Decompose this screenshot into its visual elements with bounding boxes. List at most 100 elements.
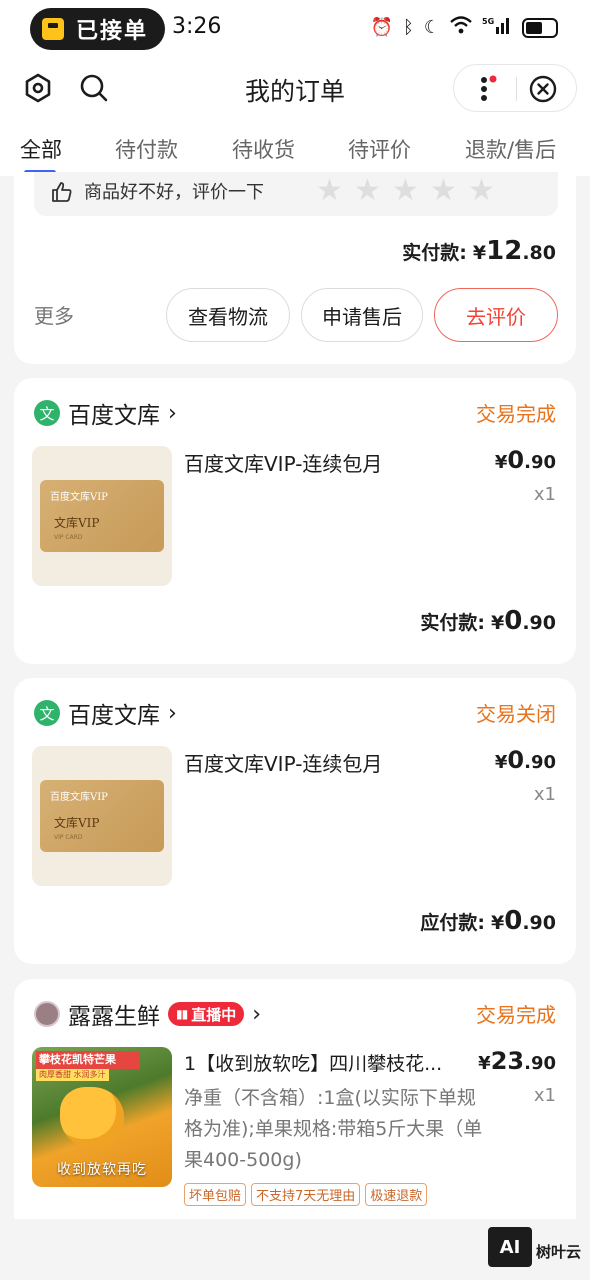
live-bars-icon: ▮▮: [176, 1007, 188, 1021]
rate-prompt-box[interactable]: 商品好不好，评价一下 ★ ★ ★ ★ ★: [34, 172, 558, 216]
amount-decimal: .80: [522, 242, 556, 264]
shop-header[interactable]: 露露生鲜 ▮▮ 直播中 ›: [34, 997, 261, 1031]
live-label: 直播中: [191, 1005, 237, 1024]
order-status: 交易完成: [476, 402, 556, 426]
top-nav-bar: 我的订单: [0, 58, 590, 120]
shop-name: 露露生鲜: [68, 1004, 160, 1030]
wifi-icon: [450, 16, 472, 40]
price-integer: 0: [507, 446, 525, 474]
moon-icon: ☾: [423, 17, 440, 38]
order-accepted-pill[interactable]: 已接单: [30, 8, 165, 50]
shop-logo-icon: 文: [34, 400, 60, 426]
star-icon[interactable]: ★: [392, 176, 422, 206]
price-decimal: .90: [524, 452, 556, 473]
star-icon[interactable]: ★: [430, 176, 460, 206]
capsule-divider: [516, 77, 517, 101]
vip-card-name: 文库VIP: [54, 816, 100, 830]
order-card[interactable]: 文 百度文库 › 交易关闭 百度文库VIP 文库VIP VIP CARD 百度文…: [14, 678, 576, 964]
payable-amount: 应付款: ¥0.90: [420, 906, 556, 936]
product-price: ¥0.90: [495, 746, 556, 774]
tab-refund-aftersale[interactable]: 退款/售后: [465, 134, 556, 164]
pay-label: 实付款:: [402, 242, 467, 264]
bluetooth-icon: ᛒ: [403, 17, 414, 38]
amount-decimal: .90: [522, 912, 556, 934]
pay-label: 应付款:: [420, 912, 485, 934]
ai-badge: AI: [488, 1227, 532, 1267]
currency-symbol: ¥: [494, 452, 508, 473]
clock: 3:26: [172, 14, 222, 39]
star-icon[interactable]: ★: [354, 176, 384, 206]
currency-symbol: ¥: [478, 1053, 491, 1074]
pill-label: 已接单: [76, 19, 149, 44]
bottom-area: AI 树叶云: [0, 1219, 590, 1280]
vip-card-name: 文库VIP: [54, 516, 100, 530]
chevron-right-icon: ›: [252, 1001, 262, 1027]
rate-prompt-text: 商品好不好，评价一下: [84, 182, 264, 203]
svg-text:5G: 5G: [482, 17, 494, 26]
shop-name: 百度文库: [68, 703, 160, 729]
order-status: 交易完成: [476, 1003, 556, 1027]
alarm-icon: ⏰: [370, 17, 394, 38]
signal-icon: 5G: [482, 15, 512, 41]
paid-amount: 实付款: ¥12.80: [402, 236, 556, 266]
tab-all[interactable]: 全部: [20, 134, 62, 164]
order-card[interactable]: 露露生鲜 ▮▮ 直播中 › 交易完成 攀枝花凯特芒果 肉厚香甜 水润多汁 收到放软…: [14, 979, 576, 1219]
product-title[interactable]: 百度文库VIP-连续包月: [184, 448, 382, 477]
vip-card-logo: 百度文库VIP: [50, 492, 108, 503]
amount-decimal: .90: [522, 612, 556, 634]
chevron-right-icon: ›: [168, 400, 177, 426]
shop-header[interactable]: 文 百度文库 ›: [34, 696, 177, 730]
order-card: 商品好不好，评价一下 ★ ★ ★ ★ ★ 实付款: ¥12.80 更多 查看物流…: [14, 172, 576, 364]
star-icon[interactable]: ★: [468, 176, 498, 206]
order-tabs: 全部 待付款 待收货 待评价 退款/售后: [0, 120, 590, 176]
price-integer: 23: [490, 1047, 525, 1075]
tab-pending-review[interactable]: 待评价: [348, 134, 411, 164]
system-icons: ⏰ ᛒ ☾ 5G: [371, 15, 558, 41]
shop-header[interactable]: 文 百度文库 ›: [34, 396, 177, 430]
order-status: 交易关闭: [476, 702, 556, 726]
currency-symbol: ¥: [491, 912, 505, 934]
thumb-caption: 收到放软再吃: [57, 1162, 147, 1178]
live-badge: ▮▮ 直播中: [168, 1002, 245, 1026]
service-tags: 坏单包赔 不支持7天无理由 极速退款: [184, 1183, 428, 1206]
vip-card-image: 百度文库VIP 文库VIP VIP CARD: [40, 780, 164, 852]
amount-integer: 12: [486, 236, 523, 266]
amount-integer: 0: [504, 606, 523, 636]
write-review-button[interactable]: 去评价: [434, 288, 558, 342]
more-menu-icon[interactable]: [474, 75, 498, 103]
thumb-sub: 肉厚香甜 水润多汁: [36, 1069, 109, 1081]
apply-aftersale-button[interactable]: 申请售后: [301, 288, 423, 342]
product-quantity: x1: [533, 484, 556, 505]
tab-pending-payment[interactable]: 待付款: [115, 134, 178, 164]
star-icon[interactable]: ★: [316, 176, 346, 206]
product-thumbnail[interactable]: 攀枝花凯特芒果 肉厚香甜 水润多汁 收到放软再吃: [32, 1047, 172, 1187]
amount-integer: 0: [504, 906, 523, 936]
paid-amount: 实付款: ¥0.90: [420, 606, 556, 636]
bag-icon: [42, 18, 64, 40]
tab-pending-receipt[interactable]: 待收货: [232, 134, 295, 164]
product-spec: 净重（不含箱）:1盒(以实际下单规格为准);单果规格:带箱5斤大果（单果400-…: [184, 1087, 483, 1171]
order-card[interactable]: 文 百度文库 › 交易完成 百度文库VIP 文库VIP VIP CARD 百度文…: [14, 378, 576, 664]
status-bar: 已接单 3:26 ⏰ ᛒ ☾ 5G: [0, 0, 590, 58]
close-icon[interactable]: [528, 74, 558, 104]
service-tag: 极速退款: [365, 1183, 428, 1206]
product-title[interactable]: 百度文库VIP-连续包月: [184, 748, 382, 777]
pay-label: 实付款:: [420, 612, 485, 634]
vip-card-sub: VIP CARD: [54, 534, 83, 541]
shop-logo-icon: 文: [34, 700, 60, 726]
product-thumbnail[interactable]: 百度文库VIP 文库VIP VIP CARD: [32, 446, 172, 586]
product-title[interactable]: 1【收到放软吃】四川攀枝花...: [184, 1049, 484, 1076]
chevron-right-icon: ›: [168, 700, 177, 726]
view-logistics-button[interactable]: 查看物流: [166, 288, 290, 342]
price-integer: 0: [507, 746, 525, 774]
price-decimal: .90: [524, 1053, 556, 1074]
vip-card-logo: 百度文库VIP: [50, 792, 108, 803]
service-tag: 不支持7天无理由: [251, 1183, 361, 1206]
product-quantity: x1: [533, 784, 556, 805]
currency-symbol: ¥: [491, 612, 505, 634]
product-thumbnail[interactable]: 百度文库VIP 文库VIP VIP CARD: [32, 746, 172, 886]
shop-avatar: [34, 1001, 60, 1027]
more-link[interactable]: 更多: [34, 300, 74, 329]
product-quantity: x1: [533, 1085, 556, 1106]
currency-symbol: ¥: [494, 752, 508, 773]
